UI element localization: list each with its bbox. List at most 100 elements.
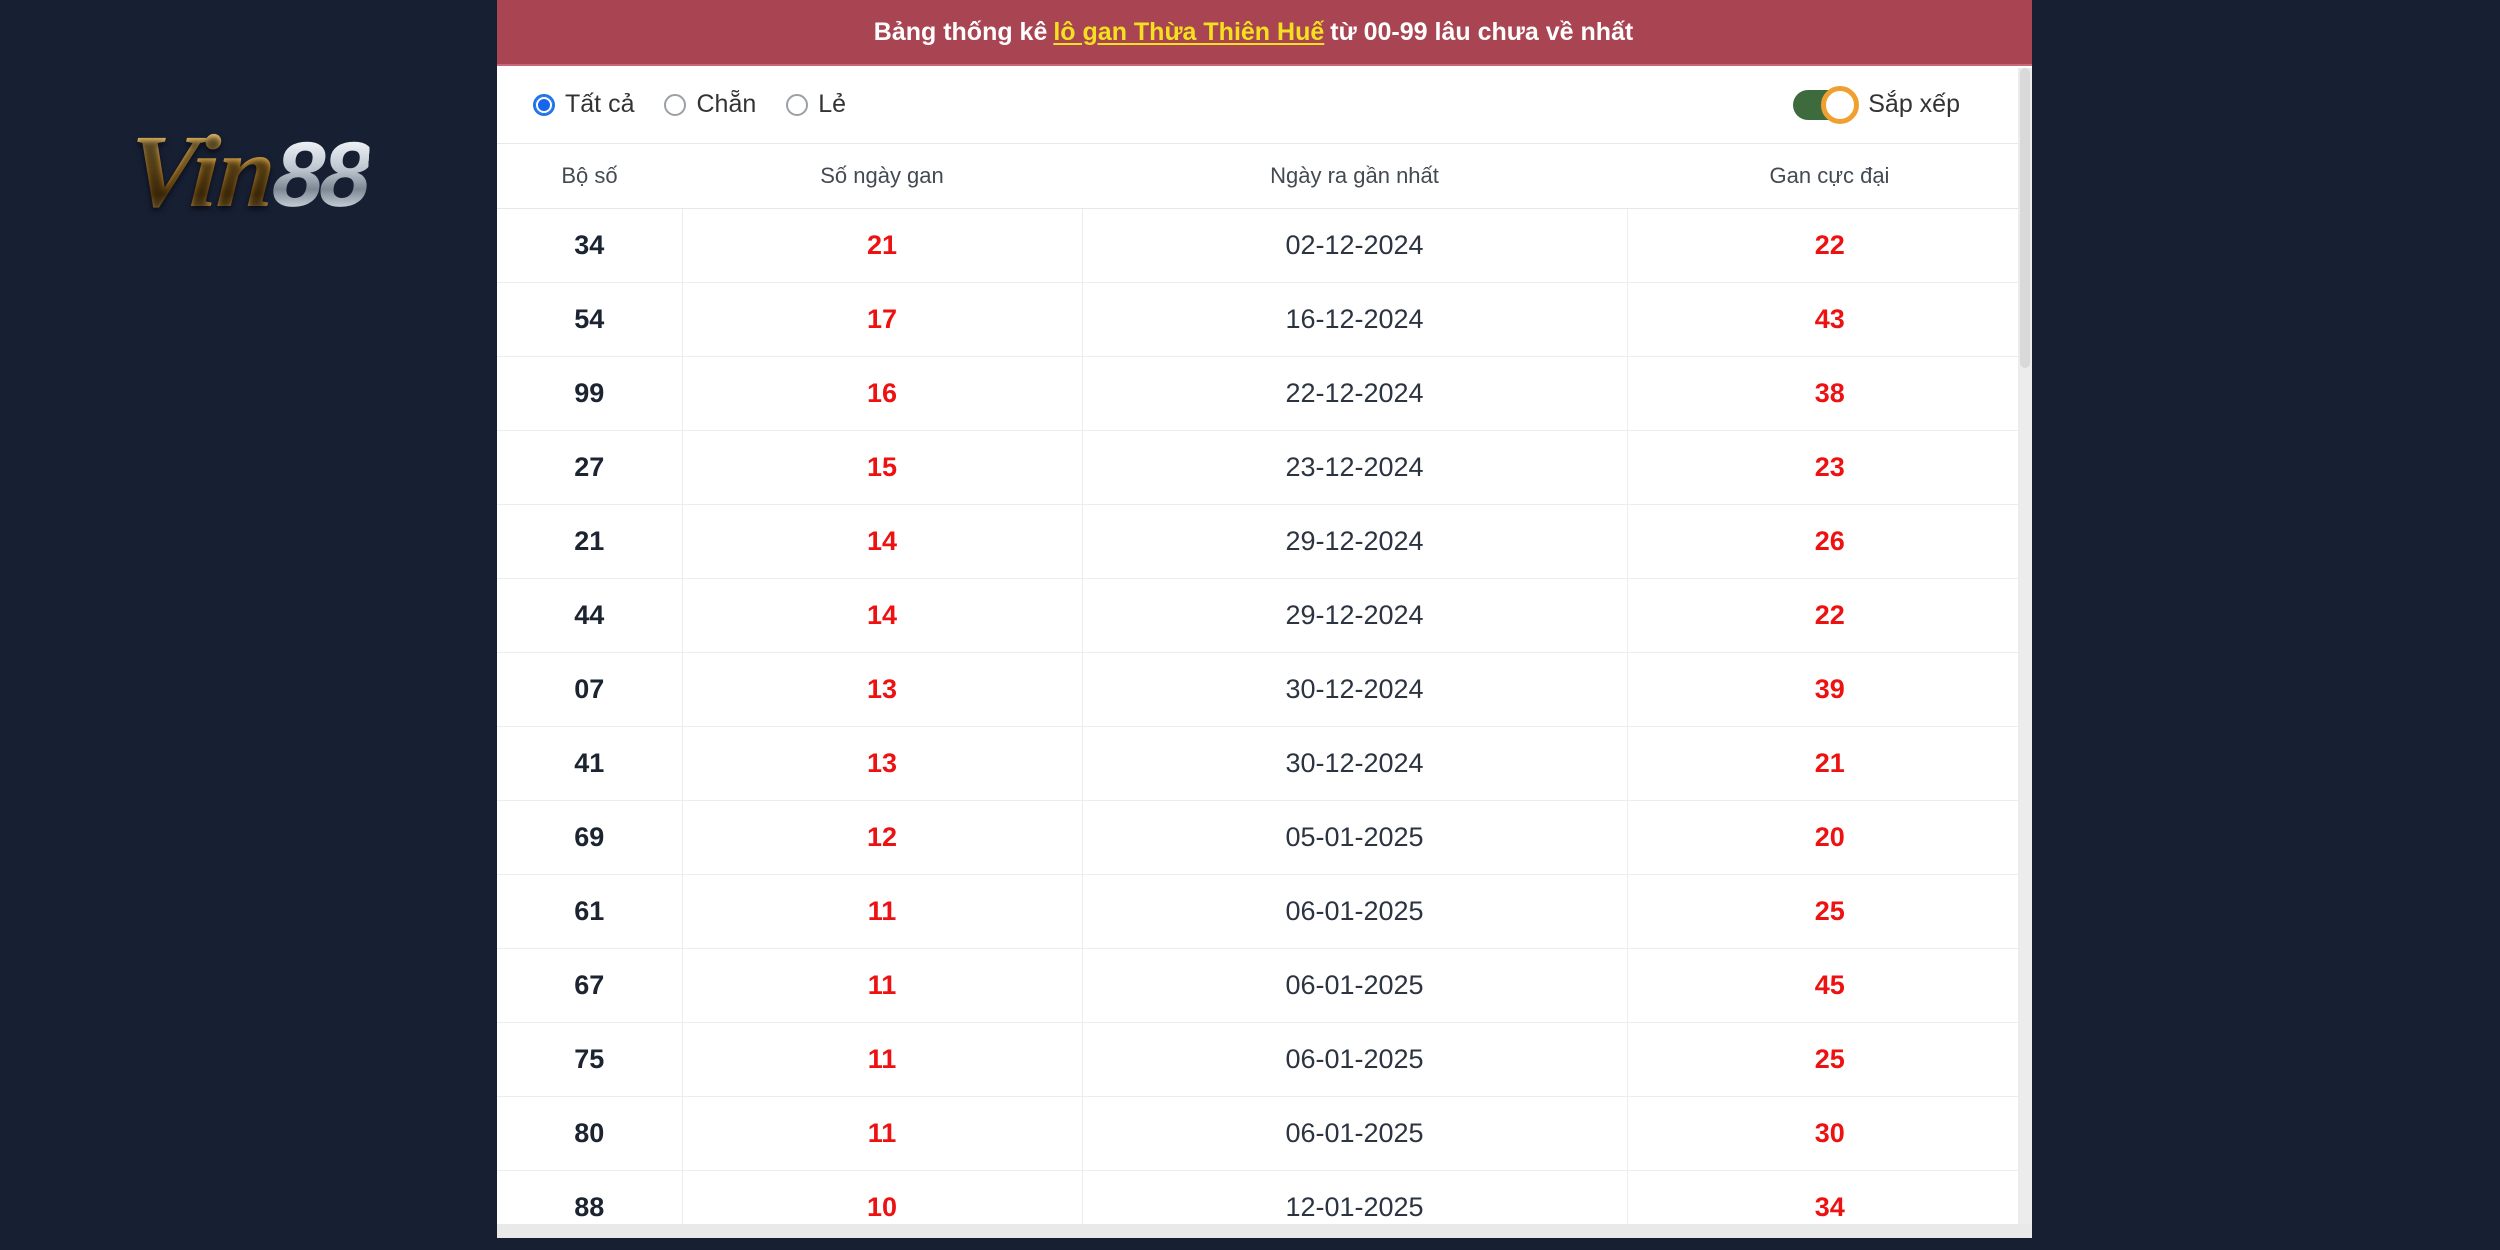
cell-bo-so: 27 (497, 430, 683, 505)
panel-title-suffix: từ 00-99 lâu chưa về nhất (1330, 17, 1634, 46)
cell-so-ngay-gan: 13 (682, 652, 1083, 727)
cell-so-ngay-gan: 16 (682, 356, 1083, 431)
cell-ngay-ra-gan-nhat: 30-12-2024 (1082, 652, 1628, 727)
cell-bo-so: 07 (497, 652, 683, 727)
cell-so-ngay-gan: 11 (682, 1096, 1083, 1171)
radio-option-le[interactable]: Lẻ (786, 90, 846, 119)
scrollbar-thumb[interactable] (2020, 68, 2030, 368)
cell-ngay-ra-gan-nhat: 02-12-2024 (1082, 208, 1628, 283)
cell-ngay-ra-gan-nhat: 29-12-2024 (1082, 504, 1628, 579)
table-row[interactable]: 80 11 06-01-2025 30 (497, 1096, 2032, 1171)
column-header-ngay-ra-gan-nhat[interactable]: Ngày ra gần nhất (1082, 144, 1627, 209)
lo-gan-panel: Bảng thống kê lô gan Thừa Thiên Huế từ 0… (497, 0, 2032, 1238)
cell-bo-so: 21 (497, 504, 683, 579)
cell-gan-cuc-dai: 26 (1627, 504, 2032, 579)
cell-bo-so: 34 (497, 208, 683, 283)
cell-so-ngay-gan: 12 (682, 800, 1083, 875)
cell-so-ngay-gan: 13 (682, 726, 1083, 801)
cell-gan-cuc-dai: 38 (1627, 356, 2032, 431)
table-row[interactable]: 07 13 30-12-2024 39 (497, 652, 2032, 727)
filter-toolbar: Tất cả Chẵn Lẻ Sắp xếp (497, 66, 2032, 144)
cell-so-ngay-gan: 11 (682, 1022, 1083, 1097)
table-row[interactable]: 69 12 05-01-2025 20 (497, 800, 2032, 875)
sort-toggle-switch[interactable] (1793, 85, 1860, 124)
radio-option-chan[interactable]: Chẵn (664, 90, 756, 119)
cell-so-ngay-gan: 11 (682, 874, 1083, 949)
lo-gan-table: Bộ số Số ngày gan Ngày ra gần nhất Gan c… (497, 144, 2032, 1238)
panel-title-prefix: Bảng thống kê (873, 17, 1048, 46)
radio-label-tat-ca: Tất cả (565, 90, 635, 118)
cell-ngay-ra-gan-nhat: 16-12-2024 (1082, 282, 1628, 357)
toggle-knob-icon (1821, 85, 1860, 124)
vin88-logo: Vin88 (125, 114, 372, 229)
logo-text-88: 88 (269, 124, 372, 226)
radio-dot-icon (533, 93, 555, 116)
table-body: 34 21 02-12-2024 22 54 17 16-12-2024 43 99 16 22-1… (497, 208, 2032, 1238)
cell-gan-cuc-dai: 39 (1627, 652, 2032, 727)
cell-ngay-ra-gan-nhat: 29-12-2024 (1082, 578, 1628, 653)
table-row[interactable]: 34 21 02-12-2024 22 (497, 208, 2032, 283)
cell-ngay-ra-gan-nhat: 22-12-2024 (1082, 356, 1628, 431)
table-row[interactable]: 41 13 30-12-2024 21 (497, 726, 2032, 801)
cell-gan-cuc-dai: 20 (1627, 800, 2032, 875)
cell-bo-so: 67 (497, 948, 683, 1023)
column-header-so-ngay-gan[interactable]: Số ngày gan (682, 144, 1082, 209)
cell-bo-so: 54 (497, 282, 683, 357)
table-row[interactable]: 54 17 16-12-2024 43 (497, 282, 2032, 357)
table-header-row: Bộ số Số ngày gan Ngày ra gần nhất Gan c… (497, 144, 2032, 209)
radio-option-tat-ca[interactable]: Tất cả (533, 90, 634, 119)
table-row[interactable]: 44 14 29-12-2024 22 (497, 578, 2032, 653)
cell-bo-so: 80 (497, 1096, 683, 1171)
column-header-gan-cuc-dai[interactable]: Gan cực đại (1627, 144, 2032, 209)
cell-gan-cuc-dai: 22 (1627, 578, 2032, 653)
cell-bo-so: 44 (497, 578, 683, 653)
cell-ngay-ra-gan-nhat: 23-12-2024 (1082, 430, 1628, 505)
table-row[interactable]: 21 14 29-12-2024 26 (497, 504, 2032, 579)
table-row[interactable]: 27 15 23-12-2024 23 (497, 430, 2032, 505)
cell-gan-cuc-dai: 45 (1627, 948, 2032, 1023)
table-row[interactable]: 75 11 06-01-2025 25 (497, 1022, 2032, 1097)
cell-ngay-ra-gan-nhat: 30-12-2024 (1082, 726, 1628, 801)
cell-so-ngay-gan: 14 (682, 504, 1083, 579)
panel-bottom-edge (497, 1224, 2032, 1238)
lo-gan-region-link[interactable]: lô gan Thừa Thiên Huế (1053, 18, 1324, 47)
sort-toggle-label: Sắp xếp (1868, 90, 1960, 118)
cell-so-ngay-gan: 15 (682, 430, 1083, 505)
logo-text-vin: Vin (125, 114, 278, 229)
cell-ngay-ra-gan-nhat: 06-01-2025 (1082, 1022, 1628, 1097)
cell-gan-cuc-dai: 30 (1627, 1096, 2032, 1171)
cell-bo-so: 99 (497, 356, 683, 431)
panel-vertical-scrollbar[interactable] (2018, 68, 2032, 1238)
cell-ngay-ra-gan-nhat: 06-01-2025 (1082, 1096, 1628, 1171)
table-row[interactable]: 99 16 22-12-2024 38 (497, 356, 2032, 431)
parity-radio-group: Tất cả Chẵn Lẻ (533, 90, 846, 119)
radio-dot-icon (664, 93, 687, 116)
cell-bo-so: 61 (497, 874, 683, 949)
cell-ngay-ra-gan-nhat: 06-01-2025 (1082, 948, 1628, 1023)
cell-bo-so: 75 (497, 1022, 683, 1097)
cell-so-ngay-gan: 17 (682, 282, 1083, 357)
cell-ngay-ra-gan-nhat: 05-01-2025 (1082, 800, 1628, 875)
table-row[interactable]: 61 11 06-01-2025 25 (497, 874, 2032, 949)
radio-label-le: Lẻ (818, 90, 847, 118)
cell-bo-so: 69 (497, 800, 683, 875)
brand-logo-area: Vin88 (0, 0, 497, 1250)
sort-control: Sắp xếp (1793, 85, 2000, 124)
table-header: Bộ số Số ngày gan Ngày ra gần nhất Gan c… (497, 144, 2032, 209)
cell-ngay-ra-gan-nhat: 06-01-2025 (1082, 874, 1628, 949)
cell-so-ngay-gan: 11 (682, 948, 1083, 1023)
radio-dot-icon (786, 93, 809, 116)
cell-gan-cuc-dai: 25 (1627, 874, 2032, 949)
cell-gan-cuc-dai: 22 (1627, 208, 2032, 283)
column-header-bo-so[interactable]: Bộ số (497, 144, 682, 209)
cell-gan-cuc-dai: 23 (1627, 430, 2032, 505)
radio-label-chan: Chẵn (696, 90, 757, 118)
panel-title-bar: Bảng thống kê lô gan Thừa Thiên Huế từ 0… (497, 0, 2032, 66)
table-row[interactable]: 67 11 06-01-2025 45 (497, 948, 2032, 1023)
cell-bo-so: 41 (497, 726, 683, 801)
cell-so-ngay-gan: 14 (682, 578, 1083, 653)
cell-so-ngay-gan: 21 (682, 208, 1083, 283)
cell-gan-cuc-dai: 21 (1627, 726, 2032, 801)
cell-gan-cuc-dai: 25 (1627, 1022, 2032, 1097)
cell-gan-cuc-dai: 43 (1627, 282, 2032, 357)
